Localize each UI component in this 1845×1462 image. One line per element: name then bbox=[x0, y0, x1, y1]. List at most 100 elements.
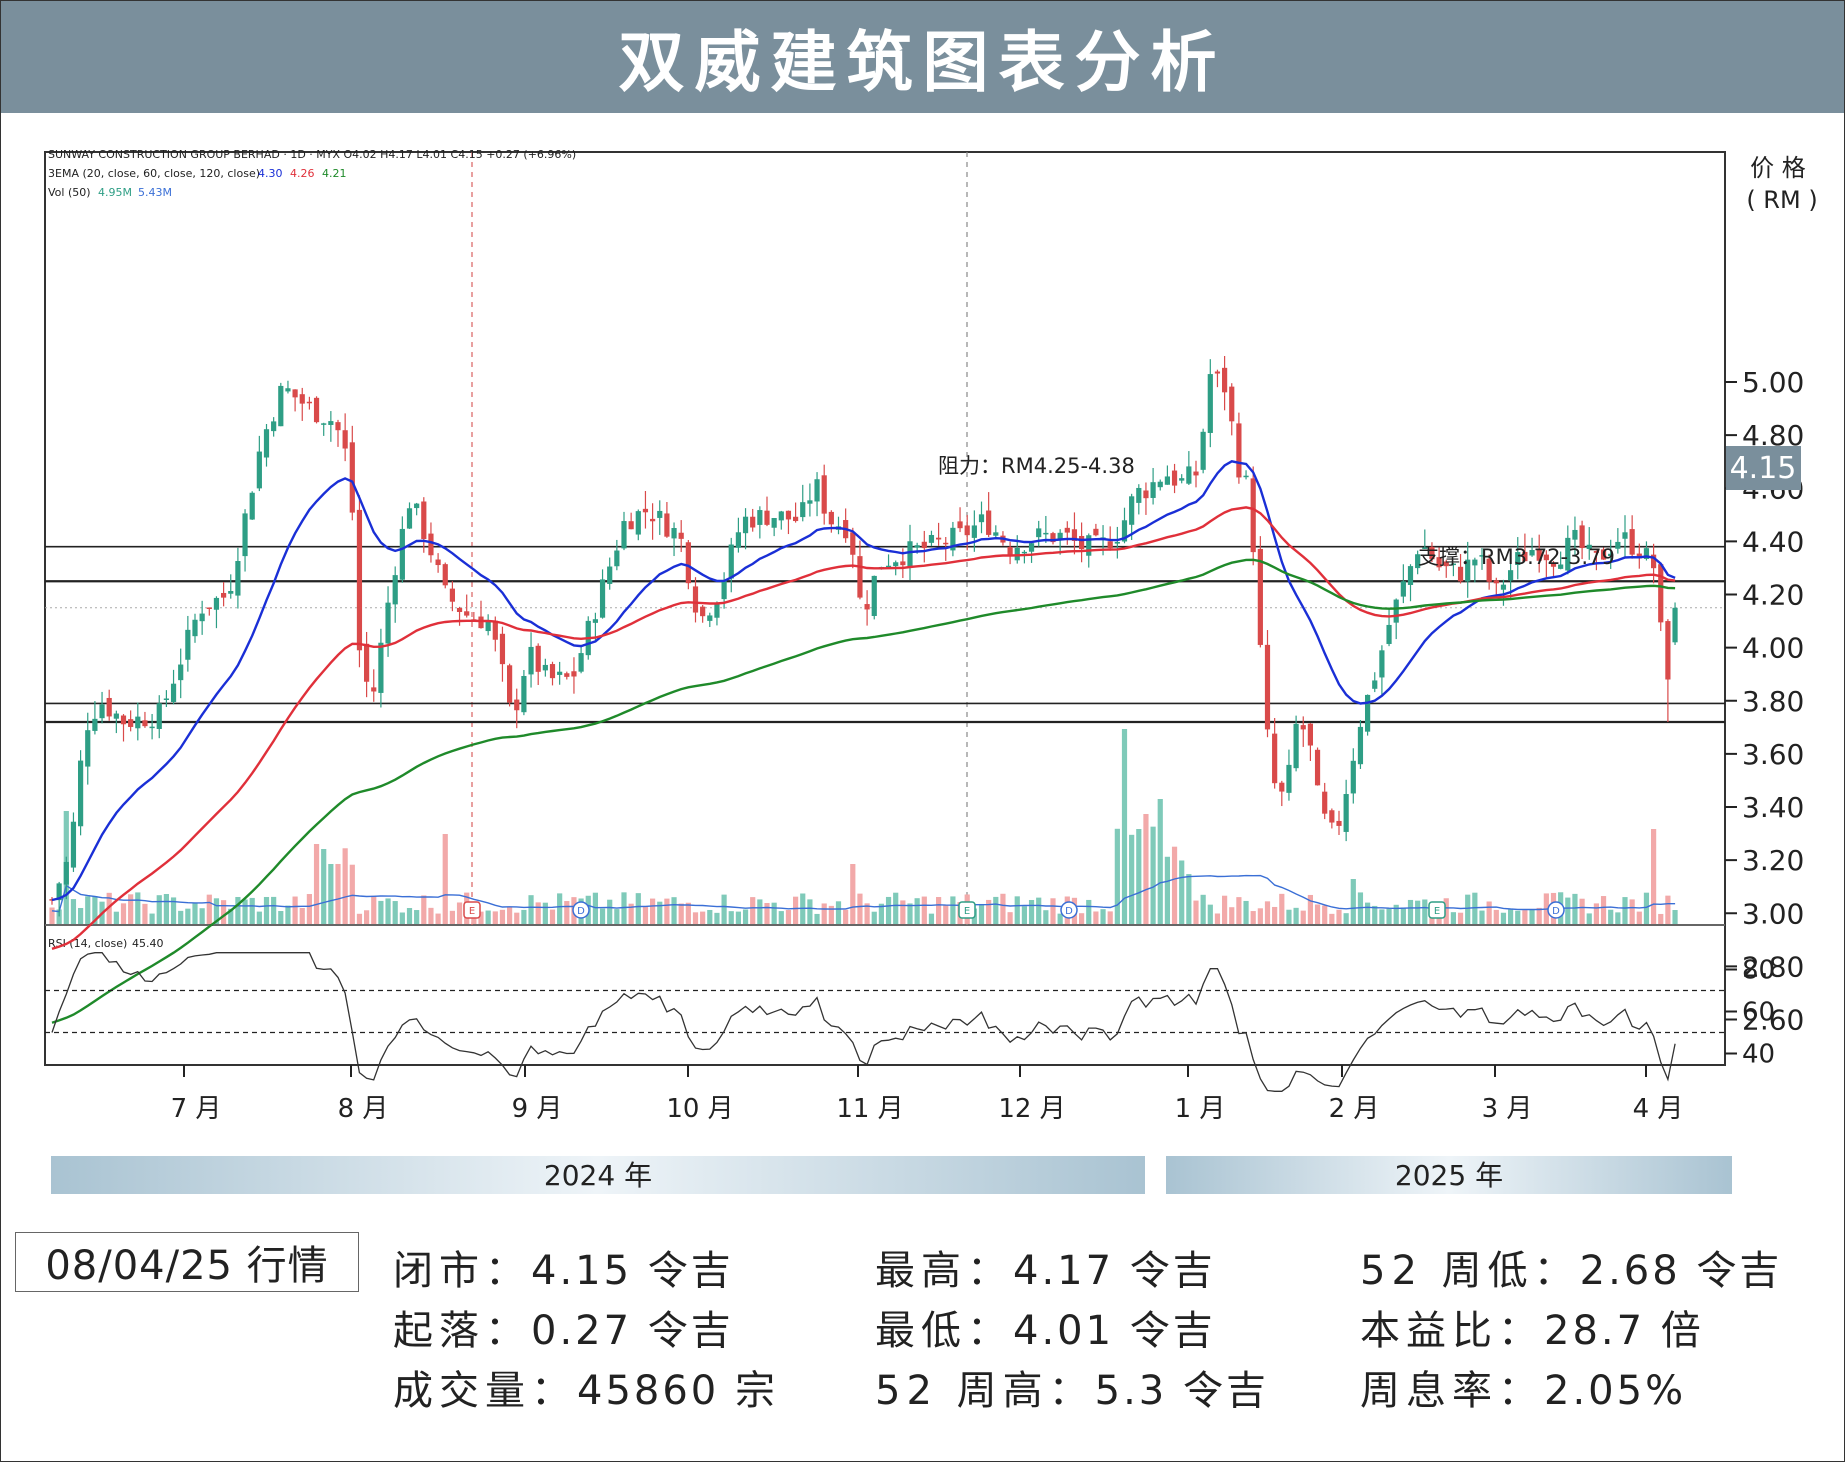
volume-bar bbox=[1579, 898, 1585, 924]
volume-bar bbox=[1636, 911, 1642, 924]
candle-body bbox=[170, 683, 177, 702]
candle-body bbox=[321, 423, 327, 425]
candle-body bbox=[120, 715, 127, 725]
last-price-label: 4.15 bbox=[1730, 451, 1797, 486]
stat-pe-key: 本益比： bbox=[1360, 1308, 1544, 1354]
year-label-2025: 2025 年 bbox=[1395, 1159, 1503, 1192]
volume-bar bbox=[1129, 834, 1135, 924]
volume-bar bbox=[285, 905, 291, 924]
candle-body bbox=[564, 673, 570, 677]
volume-bar bbox=[907, 903, 913, 924]
volume-bar bbox=[1529, 909, 1535, 924]
volume-bar bbox=[1293, 907, 1299, 924]
volume-bar bbox=[978, 903, 985, 924]
volume-bar bbox=[1622, 897, 1628, 924]
volume-bar bbox=[921, 896, 927, 924]
volume-bar bbox=[1200, 894, 1206, 924]
volume-bar bbox=[1465, 894, 1471, 924]
volume-bar bbox=[1615, 912, 1621, 924]
chart: SUNWAY CONSTRUCTION GROUP BERHAD · 1D · … bbox=[44, 148, 1818, 1194]
price-panel-frame bbox=[44, 151, 1726, 926]
candle-body bbox=[421, 501, 427, 540]
candle-body bbox=[650, 518, 656, 522]
volume-bar bbox=[678, 903, 684, 924]
y-tick-label: 3.40 bbox=[1742, 791, 1804, 824]
volume-bar bbox=[378, 900, 384, 924]
candle-body bbox=[235, 561, 241, 596]
volume-bar bbox=[1407, 899, 1414, 924]
candle-body bbox=[764, 510, 770, 525]
y-tick-label: 4.00 bbox=[1742, 632, 1804, 665]
candle-body bbox=[63, 861, 69, 885]
volume-bar bbox=[349, 864, 355, 924]
candle-body bbox=[1493, 580, 1499, 584]
candle-body bbox=[728, 544, 734, 579]
candle-body bbox=[1007, 546, 1013, 556]
candle-body bbox=[986, 510, 992, 535]
candle-body bbox=[1164, 476, 1170, 485]
volume-bar bbox=[607, 899, 613, 924]
candle-body bbox=[1107, 541, 1113, 549]
candle-body bbox=[685, 542, 691, 584]
volume-bar bbox=[1658, 913, 1664, 924]
volume-bar bbox=[406, 908, 413, 924]
volume-bar bbox=[485, 910, 491, 924]
volume-bar bbox=[1186, 874, 1192, 924]
candle-body bbox=[456, 607, 463, 612]
candle-body bbox=[614, 550, 620, 567]
candle-body bbox=[621, 521, 627, 549]
event-marker-label: D bbox=[1065, 906, 1073, 917]
volume-bar bbox=[700, 911, 706, 924]
volume-bar bbox=[721, 894, 727, 924]
candle-body bbox=[571, 671, 577, 677]
candle-body bbox=[299, 394, 305, 404]
volume-bar bbox=[950, 896, 956, 924]
volume-bar bbox=[542, 902, 548, 924]
candle-body bbox=[978, 514, 985, 523]
candle-body bbox=[1043, 532, 1049, 535]
y-tick-label: 4.40 bbox=[1742, 525, 1804, 558]
candle-body bbox=[514, 699, 520, 711]
candle-body bbox=[306, 401, 312, 404]
candle-body bbox=[435, 559, 441, 566]
x-tick-label: 1 月 bbox=[1175, 1094, 1226, 1124]
volume-bar bbox=[1143, 814, 1149, 924]
volume-bar bbox=[1257, 908, 1263, 924]
x-tick-label: 3 月 bbox=[1482, 1094, 1533, 1124]
volume-bar bbox=[821, 903, 827, 924]
volume-bar bbox=[342, 848, 348, 924]
candle-body bbox=[178, 664, 184, 681]
stats-panel: 08/04/25 行情 闭市：4.15 令吉 最高：4.17 令吉 52 周低：… bbox=[0, 1225, 1845, 1462]
volume-bar bbox=[1114, 828, 1120, 924]
volume-bar bbox=[1300, 910, 1306, 924]
candle-body bbox=[128, 719, 134, 727]
candle-body bbox=[263, 429, 270, 458]
volume-bar bbox=[1629, 899, 1635, 924]
candle-body bbox=[793, 516, 799, 522]
volume-bar bbox=[1050, 898, 1056, 924]
x-axis: 7 月 8 月 9 月 10 月 11 月 12 月 1 月 2 月 3 月 4 月 bbox=[171, 1065, 1683, 1124]
candle-body bbox=[864, 604, 870, 610]
candle-body bbox=[1028, 543, 1035, 552]
candle-body bbox=[850, 532, 856, 555]
candle-body bbox=[742, 516, 749, 534]
candle-body bbox=[900, 561, 906, 566]
candle-body bbox=[757, 510, 763, 525]
stat-low52-key: 52 周低： bbox=[1360, 1248, 1580, 1294]
stat-low-key: 最低： bbox=[875, 1308, 1013, 1354]
volume-bar bbox=[1479, 910, 1485, 924]
volume-bar bbox=[1415, 900, 1421, 924]
volume-bar bbox=[414, 910, 420, 924]
stat-high52: 52 周高：5.3 令吉 bbox=[875, 1358, 1269, 1416]
candle-body bbox=[99, 704, 105, 719]
volume-bar bbox=[814, 913, 820, 924]
candle-body bbox=[385, 602, 391, 644]
volume-bar bbox=[356, 913, 363, 924]
volume-bar bbox=[1314, 904, 1321, 924]
rsi-y-axis: 80 60 40 bbox=[1725, 956, 1775, 1070]
volume-bar bbox=[857, 893, 863, 924]
volume-bar bbox=[199, 908, 205, 924]
candle-body bbox=[907, 541, 913, 568]
candle-body bbox=[1343, 794, 1349, 832]
candle-body bbox=[249, 492, 255, 520]
